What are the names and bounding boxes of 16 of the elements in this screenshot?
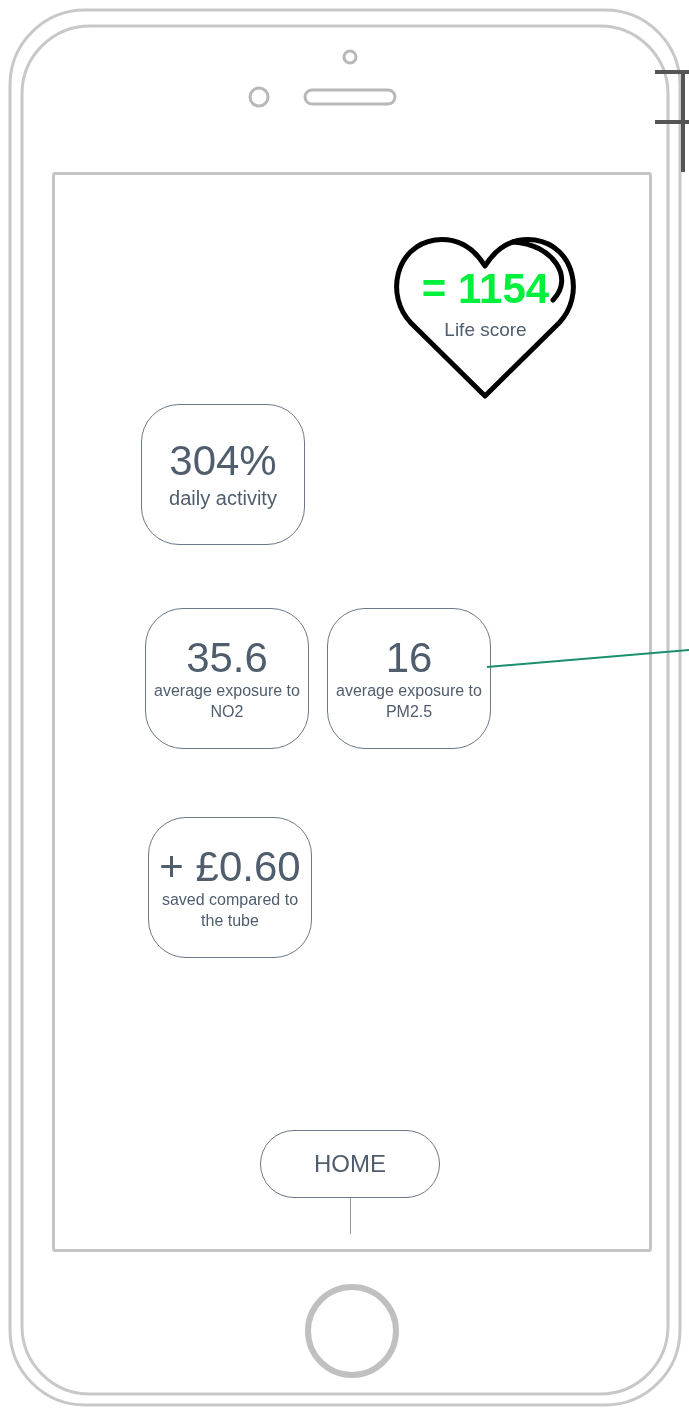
stat-value: + £0.60	[159, 843, 301, 890]
speaker-icon	[303, 88, 397, 106]
home-key-icon[interactable]	[305, 1284, 399, 1378]
stem-line	[349, 1198, 351, 1234]
stat-label: average exposure to PM2.5	[335, 680, 483, 722]
stat-value: 16	[385, 634, 433, 681]
stat-value: 304%	[169, 438, 277, 485]
stat-value: 35.6	[186, 634, 268, 681]
life-score-value: = 1154	[421, 268, 550, 310]
sensor-icon	[248, 86, 270, 108]
stat-label: daily activity	[169, 485, 277, 511]
camera-icon	[342, 49, 358, 65]
home-button[interactable]: HOME	[260, 1130, 440, 1198]
stat-label: average exposure to NO2	[153, 680, 301, 722]
stat-label: saved compared to the tube	[160, 889, 300, 931]
life-score-label: Life score	[444, 318, 527, 342]
